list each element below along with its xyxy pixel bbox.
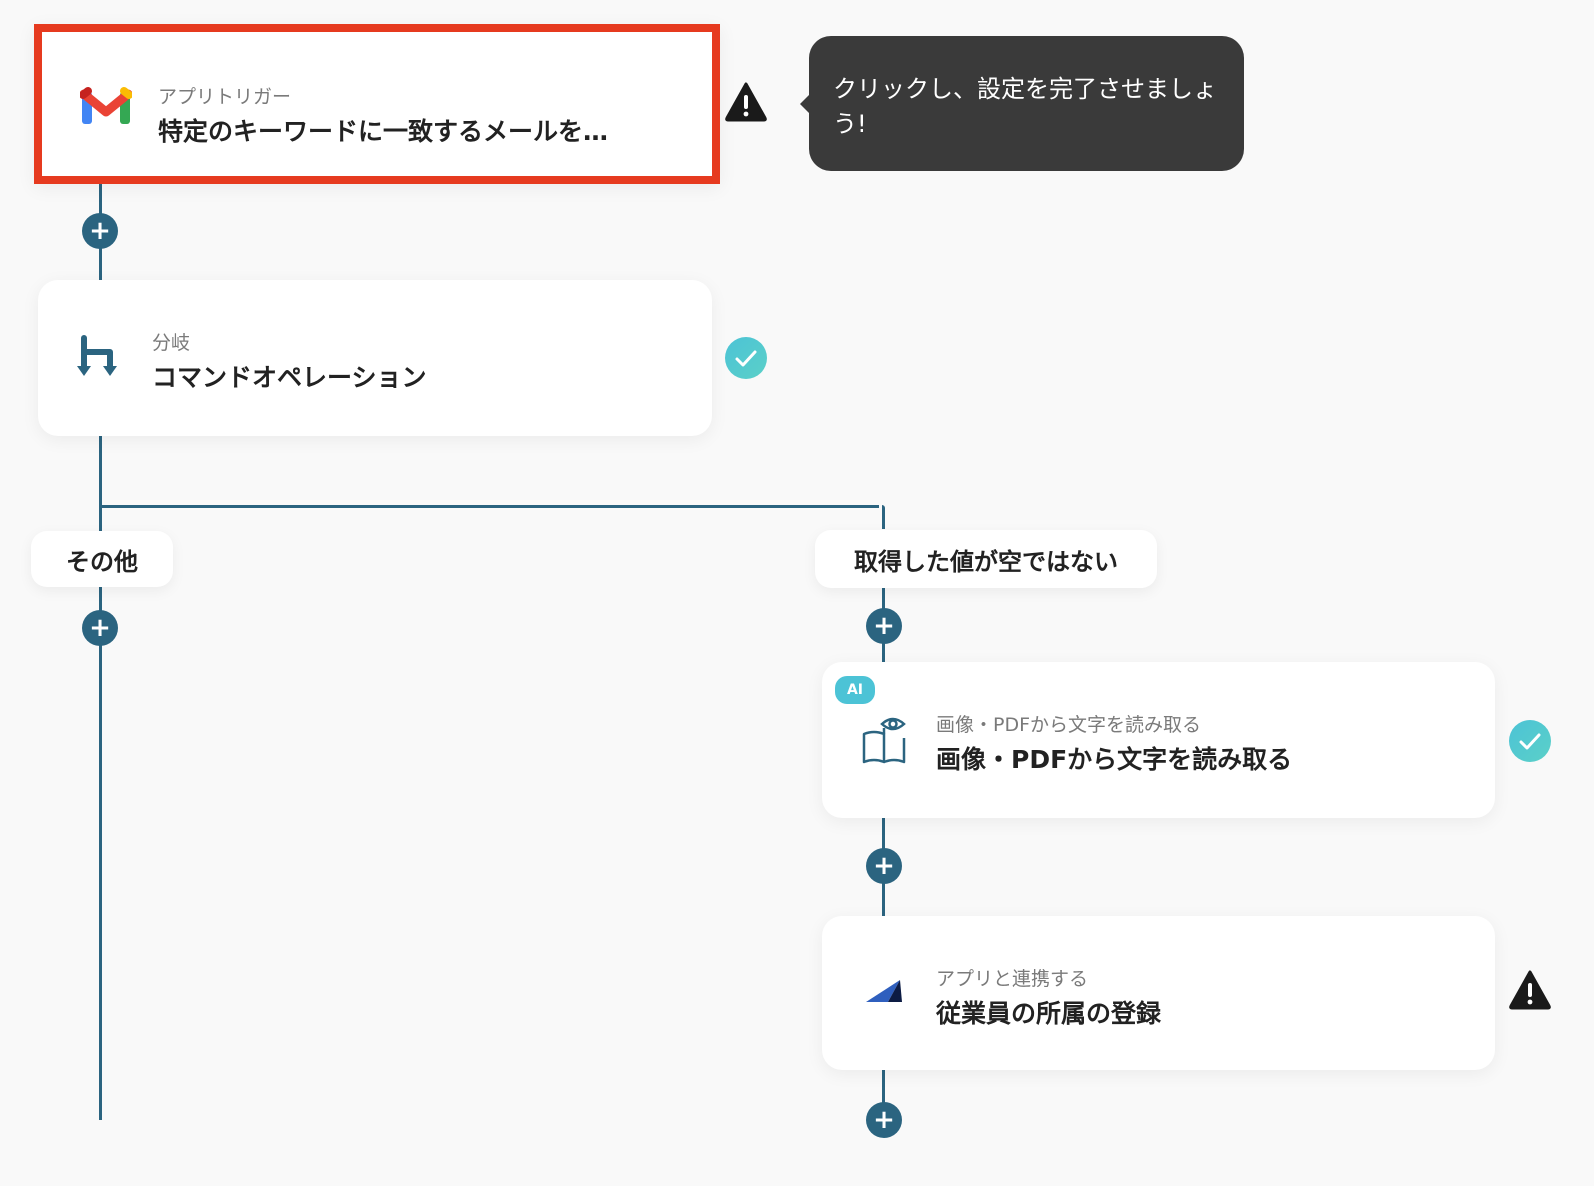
check-icon (724, 336, 768, 380)
branch-icon (76, 334, 128, 386)
setup-tooltip: クリックし、設定を完了させましょう! (800, 36, 1244, 171)
node-subtitle: アプリトリガー (158, 86, 292, 108)
trigger-card[interactable]: アプリトリガー 特定のキーワードに一致するメールを… (34, 24, 720, 184)
warning-icon (724, 80, 768, 124)
branch-line (882, 505, 885, 529)
branch-line (99, 505, 879, 508)
tooltip-text: クリックし、設定を完了させましょう! (833, 74, 1217, 138)
check-icon (1508, 719, 1552, 763)
node-title: 画像・PDFから文字を読み取る (936, 745, 1293, 774)
branch-label-other: その他 (31, 531, 173, 587)
node-title: 特定のキーワードに一致するメールを… (158, 117, 609, 146)
node-subtitle: アプリと連携する (936, 968, 1089, 990)
add-step-button[interactable]: + (866, 608, 902, 644)
warning-icon (1508, 968, 1552, 1012)
add-step-button[interactable]: + (866, 1102, 902, 1138)
gmail-icon (79, 86, 133, 138)
node-subtitle: 画像・PDFから文字を読み取る (936, 714, 1202, 736)
add-step-button[interactable]: + (82, 213, 118, 249)
branch-label-not-empty: 取得した値が空ではない (815, 530, 1157, 588)
add-step-button[interactable]: + (866, 848, 902, 884)
app-logo-icon (864, 974, 916, 1026)
app-integration-card[interactable]: アプリと連携する 従業員の所属の登録 (822, 916, 1495, 1070)
ai-badge: AI (835, 676, 875, 704)
branch-card[interactable]: 分岐 コマンドオペレーション (38, 280, 712, 436)
add-step-button[interactable]: + (82, 610, 118, 646)
node-subtitle: 分岐 (152, 332, 191, 354)
node-title: コマンドオペレーション (152, 363, 427, 392)
ocr-book-icon (860, 714, 912, 766)
node-title: 従業員の所属の登録 (936, 999, 1162, 1028)
ocr-card[interactable]: AI 画像・PDFから文字を読み取る 画像・PDFから文字を読み取る (822, 662, 1495, 818)
